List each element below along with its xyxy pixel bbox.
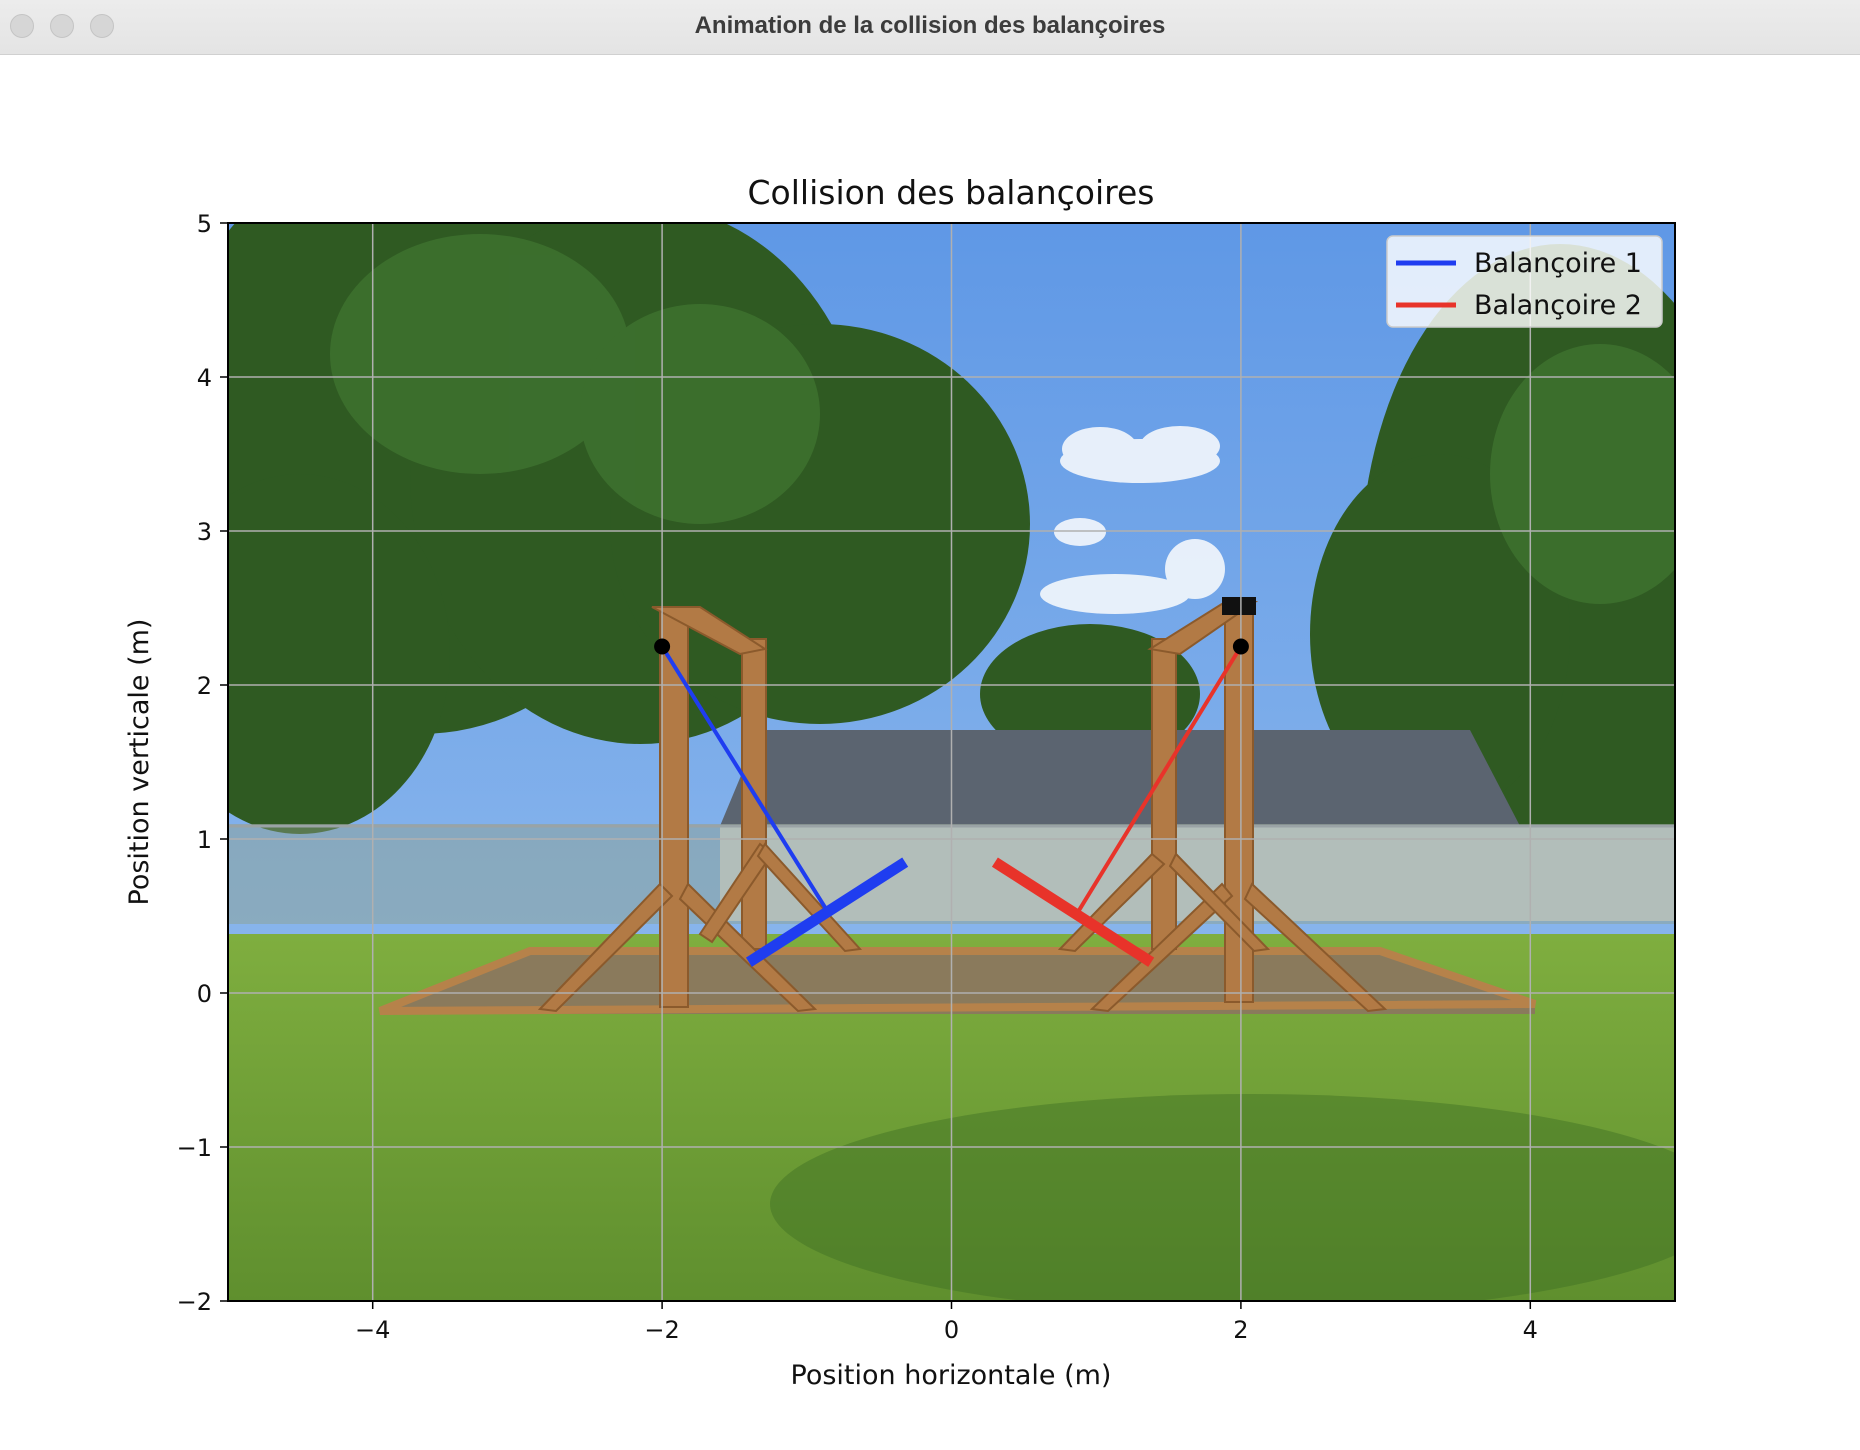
y-axis-label: Position verticale (m) bbox=[124, 619, 155, 906]
y-tick-label: 5 bbox=[197, 210, 212, 238]
legend: Balançoire 1 Balançoire 2 bbox=[1386, 235, 1663, 328]
app-window: Animation de la collision des balançoire… bbox=[0, 0, 1860, 1450]
swing-1-pivot-point bbox=[654, 638, 671, 655]
x-tick-label: −2 bbox=[644, 1316, 679, 1344]
y-tick-label: 2 bbox=[197, 672, 212, 700]
swing-2-pivot-point bbox=[1232, 638, 1249, 655]
x-tick-label: −4 bbox=[355, 1316, 390, 1344]
x-axis-label: Position horizontale (m) bbox=[791, 1360, 1112, 1391]
y-tick-label: 1 bbox=[197, 826, 212, 854]
legend-label-balancoire-2: Balançoire 2 bbox=[1474, 290, 1642, 321]
y-tick-label: −2 bbox=[177, 1288, 212, 1316]
y-tick-label: 0 bbox=[197, 980, 212, 1008]
title-bar[interactable]: Animation de la collision des balançoire… bbox=[0, 0, 1860, 55]
x-tick-label: 0 bbox=[944, 1316, 959, 1344]
legend-label-balancoire-1: Balançoire 1 bbox=[1474, 248, 1642, 279]
y-tick-label: 4 bbox=[197, 364, 212, 392]
y-tick-label: 3 bbox=[197, 518, 212, 546]
chart-title: Collision des balançoires bbox=[748, 173, 1155, 212]
x-tick-label: 2 bbox=[1233, 1316, 1248, 1344]
x-tick-label: 4 bbox=[1523, 1316, 1538, 1344]
swing-collision-chart: −4 −2 0 2 4 −2 −1 0 1 2 3 4 5 Collision des balançoi… bbox=[124, 173, 1676, 1391]
window-title: Animation de la collision des balançoire… bbox=[694, 12, 1166, 39]
y-tick-label: −1 bbox=[177, 1134, 212, 1162]
